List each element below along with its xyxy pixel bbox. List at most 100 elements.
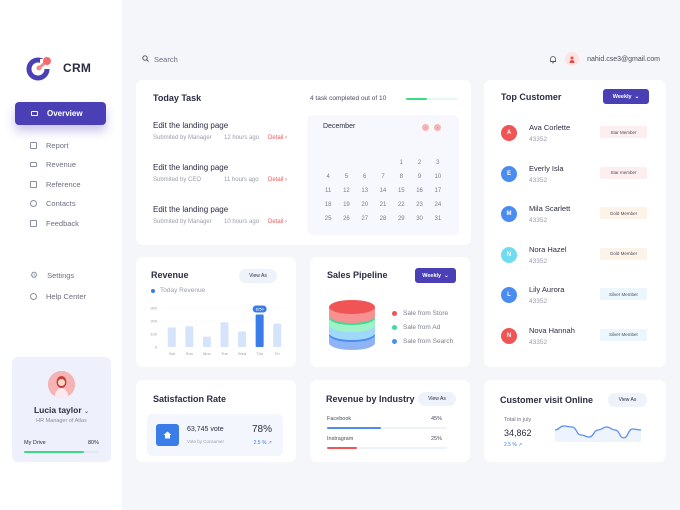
reference-icon [30,181,37,188]
profile-name[interactable]: Lucia taylor ⌄ [12,405,111,415]
sidebar-item-label: Contacts [46,199,76,208]
task-title: Edit the landing page [153,163,229,172]
calendar-day[interactable]: 26 [337,216,355,224]
calendar-day[interactable]: 13 [356,188,374,196]
legend-label: Sale from Store [403,310,449,317]
sidebar-item-reference[interactable]: Reference [30,180,81,189]
sidebar-item-feedback[interactable]: Feedback [30,219,79,228]
legend-label: Sale from Ad [403,324,441,331]
customer-row[interactable]: A Ava Corlette 43352 Star Member [501,118,651,148]
user-icon[interactable] [565,52,580,66]
task-item[interactable]: Edit the landing page Submited by CEO 11… [153,163,287,183]
customer-row[interactable]: N Nova Hannah 43352 Silver Member [501,321,651,351]
user-email[interactable]: nahid.cse3@gmail.com [587,56,660,63]
view-as-button[interactable]: View As [418,392,456,406]
sidebar-item-report[interactable]: Report [30,141,69,150]
revenue-bar[interactable] [255,314,264,348]
customer-name: Mila Scarlett [529,204,571,213]
calendar-day[interactable]: 17 [429,188,447,196]
task-item[interactable]: Edit the landing page Submited by Manage… [153,121,287,141]
calendar-day[interactable]: 22 [392,202,410,210]
bell-icon[interactable] [549,55,557,64]
sidebar-item-help-center[interactable]: Help Center [30,292,86,301]
calendar-next-button[interactable]: › [434,124,441,131]
calendar-day[interactable]: 29 [392,216,410,224]
calendar-prev-button[interactable]: ‹ [422,124,429,131]
revenue-icon [30,162,37,167]
industry-bar [327,447,447,449]
calendar-day[interactable]: 3 [429,160,447,168]
weekly-filter-dropdown[interactable]: Weekly ⌄ [603,89,649,104]
revenue-bar[interactable] [238,331,247,347]
industry-value: 25% [430,436,442,442]
membership-badge: Gold Member [600,207,647,219]
chevron-down-icon: ⌄ [84,409,90,415]
avatar[interactable] [48,371,75,398]
calendar-day[interactable]: 28 [374,216,392,224]
revenue-bar[interactable] [185,326,194,347]
revenue-bar[interactable] [202,336,211,347]
revenue-bar[interactable] [220,322,229,347]
customer-avatar: M [501,206,517,222]
task-progress-bar [406,98,458,100]
calendar-day[interactable]: 2 [410,160,428,168]
calendar-day[interactable]: 19 [337,202,355,210]
calendar-day[interactable]: 4 [319,174,337,182]
task-detail-link[interactable]: Detail › [268,219,287,225]
calendar-day[interactable]: 31 [429,216,447,224]
customer-visit-title: Customer visit Online [500,395,594,405]
legend-dot [392,311,397,316]
task-time: 11 hours ago [224,177,259,183]
customer-row[interactable]: E Everly Isla 43352 Star member [501,159,651,189]
sidebar-item-contacts[interactable]: Contacts [30,199,76,208]
revenue-bar[interactable] [273,323,282,347]
sidebar-item-revenue[interactable]: Revenue [30,160,76,169]
visit-sparkline [554,425,642,442]
calendar-day[interactable]: 18 [319,202,337,210]
sidebar-item-settings[interactable]: ⚙ Settings [30,271,74,281]
search-placeholder: Search [154,55,178,64]
task-item[interactable]: Edit the landing page Submited by Manage… [153,205,287,225]
calendar-day[interactable]: 20 [356,202,374,210]
total-label: Total in july [504,417,532,423]
satisfaction-rate: 78% [251,424,272,435]
sidebar-item-overview[interactable]: Overview [15,102,106,125]
calendar-day[interactable]: 12 [337,188,355,196]
customer-id: 43352 [529,338,548,346]
calendar-day[interactable]: 5 [337,174,355,182]
calendar-day[interactable]: 27 [356,216,374,224]
calendar-day[interactable]: 16 [410,188,428,196]
revenue-bar[interactable] [167,327,176,348]
calendar-day[interactable]: 15 [392,188,410,196]
calendar-day[interactable]: 25 [319,216,337,224]
view-as-button[interactable]: View As [239,269,277,283]
calendar-day[interactable]: 10 [429,174,447,182]
weekly-filter-dropdown[interactable]: Weekly ⌄ [415,268,456,283]
calendar-day[interactable]: 24 [429,202,447,210]
calendar-day[interactable]: 23 [410,202,428,210]
calendar-day[interactable]: 7 [374,174,392,182]
y-tick-label: 0 [155,345,158,350]
customer-row[interactable]: N Nora Hazel 43352 Gold Member [501,240,651,270]
sidebar: CRM Overview Report Revenue Reference Co… [0,0,122,510]
customer-row[interactable]: L Lily Aurora 43352 Silver Member [501,280,651,310]
industry-value: 45% [430,416,442,422]
task-detail-link[interactable]: Detail › [268,135,287,141]
calendar-day[interactable]: 11 [319,188,337,196]
calendar-day[interactable]: 14 [374,188,392,196]
customer-id: 43352 [529,176,548,184]
view-as-button[interactable]: View As [608,393,647,407]
calendar-day[interactable]: 21 [374,202,392,210]
customer-avatar: N [501,246,517,263]
calendar-day[interactable]: 6 [356,174,374,182]
task-detail-link[interactable]: Detail › [268,177,287,183]
customer-row[interactable]: M Mila Scarlett 43352 Gold Member [501,199,651,229]
calendar-day[interactable]: 9 [410,174,428,182]
sales-pipeline-card: Sales Pipeline Weekly ⌄ Sale from Store S… [310,257,470,367]
search-input[interactable]: Search [142,55,178,64]
calendar-day[interactable]: 30 [410,216,428,224]
legend-item: Sale from Ad [392,324,440,331]
logo[interactable]: CRM [26,55,91,81]
calendar-day[interactable]: 8 [392,174,410,182]
calendar-day[interactable]: 1 [392,160,410,168]
